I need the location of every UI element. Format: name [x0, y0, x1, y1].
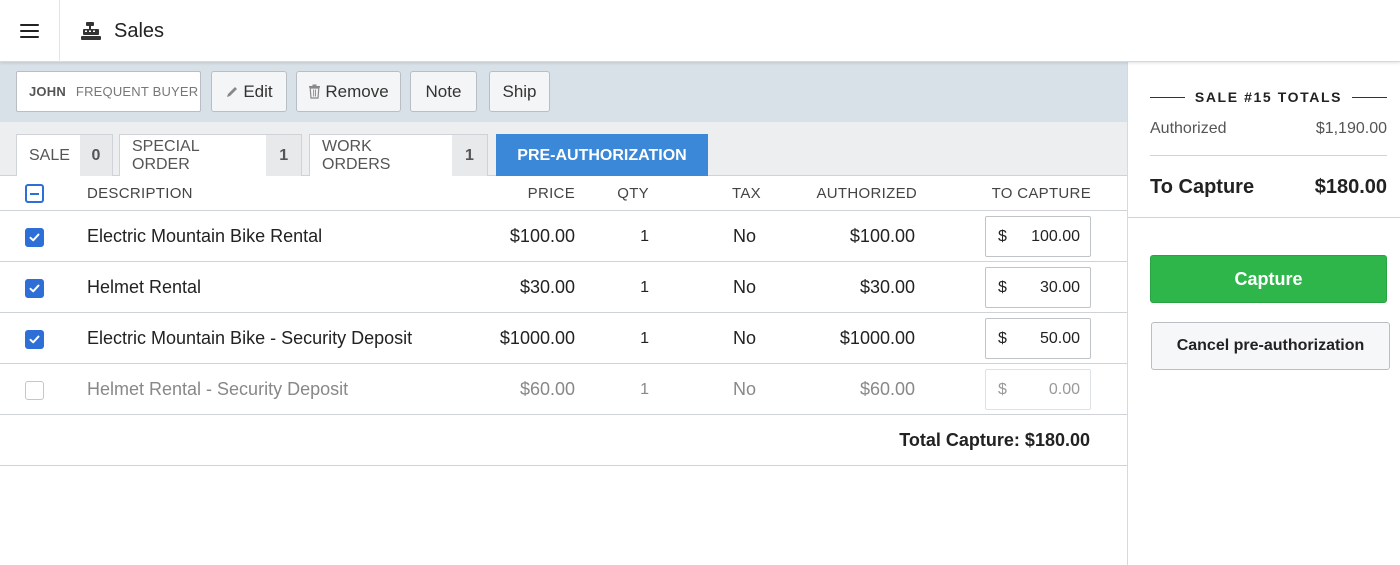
- totals-heading: SALE #15 TOTALS: [1150, 88, 1387, 106]
- capture-amount: 0.00: [1048, 380, 1080, 398]
- minus-icon: [30, 192, 39, 195]
- item-tax: No: [732, 277, 756, 297]
- checkmark-icon: [29, 335, 40, 344]
- totals-heading-text: SALE #15 TOTALS: [1194, 89, 1343, 105]
- row-checkbox[interactable]: [25, 228, 44, 247]
- currency-symbol: $: [998, 278, 1007, 296]
- item-tax: No: [732, 379, 756, 399]
- capture-amount-input[interactable]: $100.00: [985, 216, 1091, 257]
- table-row: Helmet Rental - Security Deposit $60.00 1 N…: [0, 364, 1127, 415]
- item-price: $60.00: [519, 379, 575, 399]
- note-button[interactable]: Note: [410, 71, 477, 112]
- column-header-to-capture[interactable]: TO CAPTURE: [992, 176, 1091, 211]
- column-header-tax[interactable]: TAX: [732, 176, 761, 211]
- authorized-row: Authorized $1,190.00: [1150, 114, 1387, 144]
- currency-symbol: $: [998, 380, 1007, 398]
- column-header-authorized[interactable]: AUTHORIZED: [817, 176, 918, 211]
- top-bar: Sales: [0, 0, 1400, 62]
- capture-amount: 30.00: [1039, 278, 1080, 296]
- customer-type: FREQUENT BUYER: [75, 84, 199, 99]
- divider: [1128, 217, 1400, 218]
- tab-label: SALE: [29, 146, 70, 164]
- tab-pre-authorization[interactable]: PRE-AUTHORIZATION: [496, 134, 708, 176]
- menu-button[interactable]: [0, 0, 60, 62]
- hamburger-icon: [20, 24, 39, 38]
- item-authorized: $1000.00: [839, 328, 915, 348]
- remove-label: Remove: [325, 81, 389, 101]
- to-capture-label: To Capture: [1150, 175, 1255, 198]
- capture-amount: 50.00: [1039, 329, 1080, 347]
- item-description: Electric Mountain Bike Rental: [87, 226, 323, 246]
- table-row: Electric Mountain Bike Rental $100.00 1 No $…: [0, 211, 1127, 262]
- item-description: Helmet Rental: [87, 277, 202, 297]
- select-all-checkbox[interactable]: [25, 184, 44, 203]
- checkmark-icon: [29, 233, 40, 242]
- item-qty: 1: [640, 279, 649, 296]
- item-authorized: $30.00: [859, 277, 915, 297]
- cancel-pre-authorization-button[interactable]: Cancel pre-authorization: [1151, 322, 1390, 370]
- edit-button[interactable]: Edit: [211, 71, 287, 112]
- tab-sale[interactable]: SALE 0: [16, 134, 113, 176]
- currency-symbol: $: [998, 329, 1007, 347]
- table-header: DESCRIPTION PRICE QTY TAX AUTHORIZED TO …: [0, 176, 1127, 211]
- item-tax: No: [732, 226, 756, 246]
- remove-button[interactable]: Remove: [296, 71, 401, 112]
- item-price: $100.00: [509, 226, 575, 246]
- tab-label: PRE-AUTHORIZATION: [517, 146, 687, 164]
- authorized-value: $1,190.00: [1315, 120, 1387, 137]
- row-checkbox[interactable]: [25, 381, 44, 400]
- to-capture-value: $180.00: [1314, 175, 1387, 198]
- item-tax: No: [732, 328, 756, 348]
- capture-amount-input[interactable]: $30.00: [985, 267, 1091, 308]
- pencil-icon: [227, 86, 238, 97]
- item-authorized: $60.00: [859, 379, 915, 399]
- sale-totals-panel: SALE #15 TOTALS Authorized $1,190.00 To …: [1127, 62, 1400, 565]
- capture-amount: 100.00: [1031, 227, 1080, 245]
- customer-chip[interactable]: JOHN FREQUENT BUYER: [16, 71, 201, 112]
- row-checkbox[interactable]: [25, 279, 44, 298]
- trash-icon: [309, 84, 321, 99]
- item-price: $1000.00: [499, 328, 575, 348]
- tab-label: SPECIAL ORDER: [132, 137, 199, 173]
- item-description: Helmet Rental - Security Deposit: [87, 379, 349, 399]
- item-qty: 1: [640, 228, 649, 245]
- item-description: Electric Mountain Bike - Security Deposi…: [87, 328, 413, 348]
- table-row: Electric Mountain Bike - Security Deposi…: [0, 313, 1127, 364]
- tab-count: 0: [79, 135, 112, 176]
- divider: [1150, 155, 1387, 156]
- capture-amount-input[interactable]: $50.00: [985, 318, 1091, 359]
- main-content: JOHN FREQUENT BUYER Edit Remove Note Shi…: [0, 62, 1127, 565]
- item-authorized: $100.00: [849, 226, 915, 246]
- column-header-qty[interactable]: QTY: [617, 176, 649, 211]
- to-capture-row: To Capture $180.00: [1150, 170, 1387, 204]
- customer-bar: JOHN FREQUENT BUYER Edit Remove Note Shi…: [0, 62, 1127, 122]
- column-header-description[interactable]: DESCRIPTION: [87, 176, 193, 211]
- authorized-label: Authorized: [1150, 120, 1227, 137]
- row-checkbox[interactable]: [25, 330, 44, 349]
- tab-count: 1: [266, 135, 301, 176]
- table-row: Helmet Rental $30.00 1 No $30.00 $30.00: [0, 262, 1127, 313]
- tab-work-orders[interactable]: WORK ORDERS 1: [309, 134, 488, 176]
- edit-label: Edit: [243, 81, 273, 101]
- item-qty: 1: [640, 330, 649, 347]
- tab-count: 1: [451, 135, 487, 176]
- customer-name: JOHN: [29, 84, 66, 99]
- order-tabs: SALE 0 SPECIAL ORDER 1 WORK ORDERS 1 PRE…: [0, 122, 1127, 176]
- page-title: Sales: [114, 19, 165, 42]
- tab-special-order[interactable]: SPECIAL ORDER 1: [119, 134, 302, 176]
- checkmark-icon: [29, 284, 40, 293]
- capture-amount-input[interactable]: $0.00: [985, 369, 1091, 410]
- capture-button[interactable]: Capture: [1150, 255, 1387, 303]
- tab-label: WORK ORDERS: [322, 137, 391, 173]
- item-qty: 1: [640, 381, 649, 398]
- total-row: Total Capture: $180.00: [0, 415, 1127, 466]
- total-capture: Total Capture: $180.00: [899, 430, 1090, 450]
- ship-button[interactable]: Ship: [489, 71, 550, 112]
- app-header: Sales: [80, 0, 164, 62]
- currency-symbol: $: [998, 227, 1007, 245]
- cash-register-icon: [81, 22, 101, 40]
- item-price: $30.00: [519, 277, 575, 297]
- pre-authorization-table: DESCRIPTION PRICE QTY TAX AUTHORIZED TO …: [0, 176, 1127, 466]
- column-header-price[interactable]: PRICE: [528, 176, 575, 211]
